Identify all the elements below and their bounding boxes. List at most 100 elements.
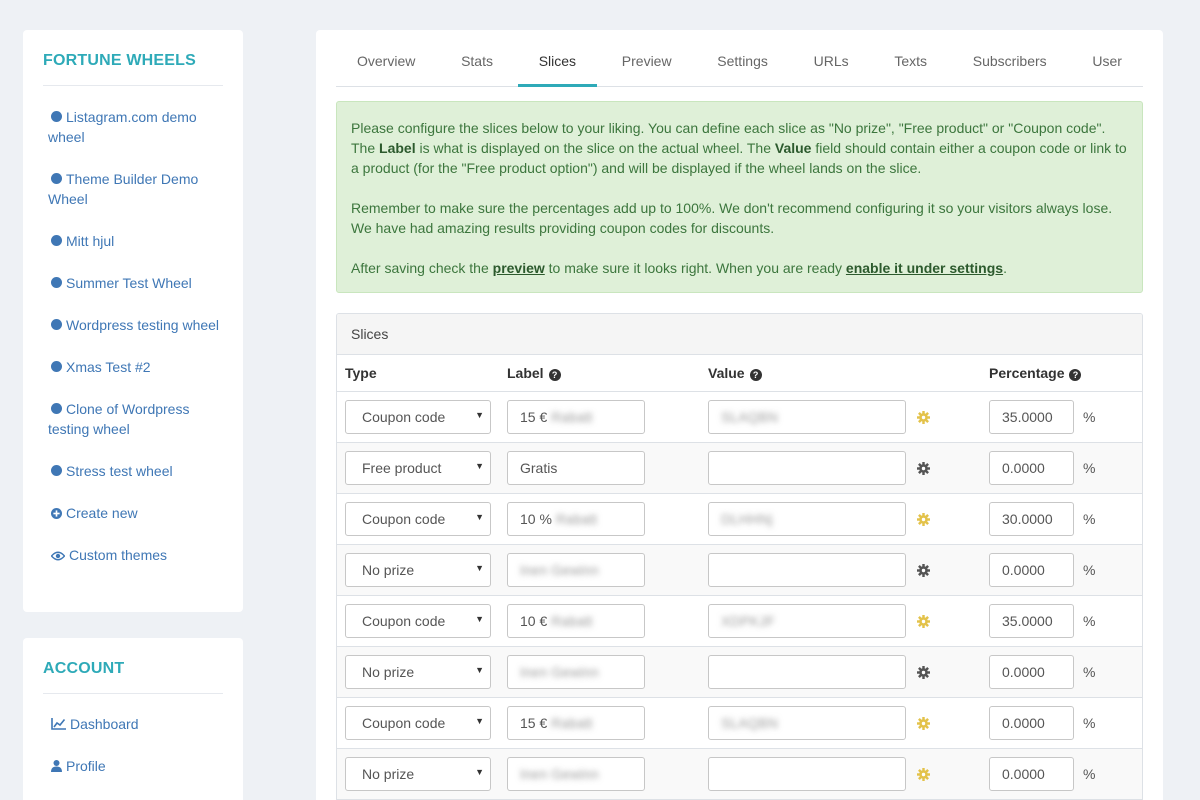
table-row: Coupon code ▼ 15 € Rabatt SLAQBN 0.0000% (337, 698, 1142, 749)
question-circle-icon[interactable]: ? (1069, 369, 1082, 381)
tab-stats[interactable]: Stats (440, 30, 514, 86)
slice-label-input[interactable]: Inen Gewinn (507, 757, 645, 791)
slice-type-select[interactable]: No prize ▼ (345, 757, 491, 791)
slice-type-value: Coupon code (362, 715, 446, 731)
slice-label-text: Gratis (520, 460, 558, 476)
circle-icon (51, 173, 62, 184)
wheel-item-label: Xmas Test #2 (66, 359, 151, 375)
slice-value-input[interactable]: SLAQBN (708, 706, 906, 740)
slice-percentage-input[interactable]: 0.0000 (989, 757, 1074, 791)
slice-label-input[interactable]: Inen Gewinn (507, 655, 645, 689)
preview-link[interactable]: preview (493, 260, 545, 276)
wheel-list: Listagram.com demo wheel Theme Builder D… (23, 107, 243, 565)
gear-icon[interactable] (917, 513, 930, 526)
table-row: Coupon code ▼ 15 € Rabatt SLAQBN 35.0000% (337, 392, 1142, 443)
slice-type-select[interactable]: Coupon code ▼ (345, 706, 491, 740)
tab-slices[interactable]: Slices (517, 30, 598, 87)
enable-settings-link[interactable]: enable it under settings (846, 260, 1003, 276)
slice-type-select[interactable]: No prize ▼ (345, 655, 491, 689)
slice-label-input[interactable]: 10 € Rabatt (507, 604, 645, 638)
profile-link[interactable]: Profile (48, 756, 223, 776)
slice-percentage-value: 35.0000 (1002, 409, 1053, 425)
gear-icon[interactable] (917, 615, 930, 628)
wheel-item[interactable]: Xmas Test #2 (48, 357, 223, 377)
slice-value-input[interactable] (708, 553, 906, 587)
account-title: ACCOUNT (43, 660, 223, 694)
wheel-item[interactable]: Stress test wheel (48, 461, 223, 481)
slice-percentage-input[interactable]: 35.0000 (989, 400, 1074, 434)
column-value-label: Value (708, 365, 745, 381)
table-row: Coupon code ▼ 10 % Rabatt DLHHNj 30.0000% (337, 494, 1142, 545)
slice-percentage-input[interactable]: 0.0000 (989, 553, 1074, 587)
slice-percentage-input[interactable]: 0.0000 (989, 451, 1074, 485)
column-value: Value? (708, 365, 762, 381)
tab-texts[interactable]: Texts (873, 30, 948, 86)
slice-percentage-input[interactable]: 0.0000 (989, 655, 1074, 689)
slice-label-input[interactable]: Gratis (507, 451, 645, 485)
gear-icon[interactable] (917, 768, 930, 781)
slices-table-header: Type Label? Value? Percentage? (337, 355, 1142, 392)
create-new-link[interactable]: Create new (48, 503, 223, 523)
tab-preview[interactable]: Preview (601, 30, 693, 86)
slice-label-blurred: Rabatt (555, 511, 598, 527)
gear-icon[interactable] (917, 666, 930, 679)
gear-icon[interactable] (917, 411, 930, 424)
tab-urls[interactable]: URLs (793, 30, 870, 86)
slice-label-input[interactable]: 10 % Rabatt (507, 502, 645, 536)
slice-value-input[interactable]: XDPKJF (708, 604, 906, 638)
percent-sign: % (1083, 562, 1096, 578)
slice-type-select[interactable]: No prize ▼ (345, 553, 491, 587)
slice-type-value: No prize (362, 562, 415, 578)
slice-percentage-value: 0.0000 (1002, 766, 1045, 782)
gear-icon[interactable] (917, 717, 930, 730)
slice-percentage-value: 0.0000 (1002, 715, 1045, 731)
slice-value-input[interactable]: DLHHNj (708, 502, 906, 536)
eye-icon (51, 551, 65, 561)
slice-label-input[interactable]: Inen Gewinn (507, 553, 645, 587)
info-text: is what is displayed on the slice on the… (415, 140, 775, 156)
wheel-item[interactable]: Wordpress testing wheel (48, 315, 223, 335)
slice-percentage-input[interactable]: 35.0000 (989, 604, 1074, 638)
wheel-item[interactable]: Summer Test Wheel (48, 273, 223, 293)
slice-type-select[interactable]: Free product ▼ (345, 451, 491, 485)
slice-value-input[interactable] (708, 655, 906, 689)
circle-icon (51, 277, 62, 288)
caret-down-icon: ▼ (475, 563, 484, 573)
slice-value-input[interactable] (708, 451, 906, 485)
slice-type-select[interactable]: Coupon code ▼ (345, 502, 491, 536)
tab-overview[interactable]: Overview (336, 30, 436, 86)
wheel-item[interactable]: Mitt hjul (48, 231, 223, 251)
info-alert: Please configure the slices below to you… (336, 101, 1143, 293)
info-bold-value: Value (774, 140, 812, 156)
slice-label-input[interactable]: 15 € Rabatt (507, 400, 645, 434)
gear-icon[interactable] (917, 564, 930, 577)
slice-value-input[interactable]: SLAQBN (708, 400, 906, 434)
wheel-item[interactable]: Theme Builder Demo Wheel (48, 169, 223, 209)
slice-label-blurred: Rabatt (551, 409, 593, 425)
wheel-item-label: Summer Test Wheel (66, 275, 192, 291)
slice-type-select[interactable]: Coupon code ▼ (345, 400, 491, 434)
question-circle-icon[interactable]: ? (548, 369, 561, 381)
caret-down-icon: ▼ (475, 716, 484, 726)
question-circle-icon[interactable]: ? (749, 369, 762, 381)
column-type: Type (345, 365, 377, 381)
slice-percentage-value: 30.0000 (1002, 511, 1053, 527)
percent-sign: % (1083, 664, 1096, 680)
wheel-item[interactable]: Listagram.com demo wheel (48, 107, 223, 147)
caret-down-icon: ▼ (475, 461, 484, 471)
tab-user[interactable]: User (1071, 30, 1143, 86)
wheel-item-label: Mitt hjul (66, 233, 115, 249)
tab-settings[interactable]: Settings (696, 30, 789, 86)
dashboard-link[interactable]: Dashboard (48, 714, 223, 734)
tab-subscribers[interactable]: Subscribers (952, 30, 1068, 86)
slice-label-input[interactable]: 15 € Rabatt (507, 706, 645, 740)
slice-type-select[interactable]: Coupon code ▼ (345, 604, 491, 638)
slice-percentage-input[interactable]: 0.0000 (989, 706, 1074, 740)
slice-value-input[interactable] (708, 757, 906, 791)
slice-percentage-input[interactable]: 30.0000 (989, 502, 1074, 536)
gear-icon[interactable] (917, 462, 930, 475)
custom-themes-link[interactable]: Custom themes (48, 545, 223, 565)
slice-type-value: Free product (362, 460, 442, 476)
slice-label-text: 15 € (520, 409, 548, 425)
wheel-item[interactable]: Clone of Wordpress testing wheel (48, 399, 223, 439)
